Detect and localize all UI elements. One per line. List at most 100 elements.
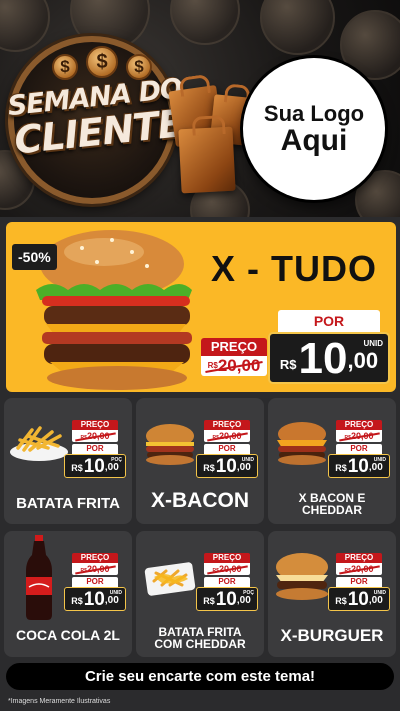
new-price-currency: R$ [71,596,83,606]
product-card[interactable]: PREÇO R$20,00 POR R$10,00UNID X BACON E … [268,398,396,524]
price-tag: PREÇO R$20,00 POR R$10,00UNID [64,553,126,611]
old-price: R$20,00 [204,430,250,442]
unit-label: UNID [363,339,383,348]
new-price-decimal: ,00 [236,462,251,473]
unit-label: UNID [241,457,254,463]
new-price-integer: 10 [298,334,348,383]
old-price: R$ 20,00 [201,356,267,376]
new-price-label: POR [204,577,250,587]
new-price: R$ 10,00 UNID [196,454,258,478]
new-price-integer: 10 [347,589,369,610]
new-price-integer: 10 [347,456,369,477]
new-price-integer: 10 [215,456,237,477]
new-price-decimal: ,00 [104,462,119,473]
product-name: X BACON E CHEDDAR [268,492,396,517]
featured-product-card[interactable]: -50% X - TUDO PREÇO R$ 20,00 POR R$ 10 ,… [6,222,396,392]
new-price-label: POR [336,577,382,587]
old-price-label: PREÇO [204,420,250,430]
soda-bottle-image [26,535,52,620]
logo-placeholder-line2: Aqui [280,123,348,157]
product-card[interactable]: PREÇO R$20,00 POR R$10,00UNID X-BACON [136,398,264,524]
old-price: R$20,00 [336,430,382,442]
product-card[interactable]: PREÇO R$20,00 POR R$10,00POÇ BATATA FRIT… [136,531,264,657]
old-price-label: PREÇO [336,553,382,563]
new-price-currency: R$ [279,357,297,372]
old-price: R$20,00 [72,563,118,575]
logo-placeholder-line1: Sua Logo [263,100,365,126]
new-price-integer: 10 [83,456,105,477]
price-tag: PREÇO R$20,00 POR R$10,00POÇ [64,420,126,478]
shopping-bag-icon [178,126,236,194]
discount-badge: -50% [12,244,57,270]
logo-placeholder[interactable]: Sua Logo Aqui [243,58,385,200]
price-tag: PREÇO R$20,00 POR R$10,00POÇ [196,553,258,611]
old-price-label: PREÇO [201,338,267,356]
dollar-coin-icon: $ [86,46,118,78]
new-price-currency: R$ [203,596,215,606]
new-price-currency: R$ [335,596,347,606]
old-price-label: PREÇO [72,420,118,430]
unit-label: POÇ [111,457,122,463]
new-price-integer: 10 [215,589,237,610]
french-fries-image [10,426,68,461]
product-card[interactable]: PREÇO R$20,00 POR R$10,00UNID X-BURGUER [268,531,396,657]
new-price-label: POR [204,444,250,454]
coin-decoration [260,0,335,55]
new-price-label: POR [72,444,118,454]
new-price-currency: R$ [71,463,83,473]
new-price-decimal: ,00 [236,595,251,606]
burger-image [277,422,327,465]
old-price: R$20,00 [336,563,382,575]
disclaimer: *Imagens Meramente Ilustrativas [8,698,111,705]
new-price-label: POR [336,444,382,454]
old-price-label: PREÇO [72,553,118,563]
new-price: R$ 10,00 POÇ [64,454,126,478]
product-name: BATATA FRITA COM CHEDDAR [136,626,264,651]
new-price: R$ 10,00 UNID [64,587,126,611]
cheddar-fries-image [144,562,196,596]
unit-label: UNID [109,590,122,596]
old-price-label: PREÇO [336,420,382,430]
burger-image [276,553,328,600]
new-price-decimal: ,00 [368,462,383,473]
old-price-currency: R$ [207,361,218,370]
new-price-integer: 10 [83,589,105,610]
dollar-coin-icon: $ [52,54,78,80]
new-price-decimal: ,00 [347,348,379,373]
unit-label: POÇ [243,590,254,596]
product-name-line2: CHEDDAR [302,503,362,518]
new-price-decimal: ,00 [104,595,119,606]
campaign-title: SEMANA DO CLIENTE [5,73,189,163]
product-name: X-BURGUER [280,626,384,646]
new-price: R$ 10,00 POÇ [196,587,258,611]
new-price-label: POR [72,577,118,587]
product-card[interactable]: PREÇO R$20,00 POR R$10,00POÇ BATATA FRIT… [4,398,132,524]
unit-label: UNID [373,457,386,463]
coin-decoration [170,0,240,45]
cta-button[interactable]: Crie seu encarte com este tema! [6,663,394,690]
new-price-currency: R$ [335,463,347,473]
price-tag: PREÇO R$20,00 POR R$10,00UNID [328,553,390,611]
new-price: R$ 10,00 UNID [328,454,390,478]
product-name: BATATA FRITA [16,495,120,513]
header-banner: $ $ $ SEMANA DO CLIENTE Sua Logo Aqui [0,0,400,217]
product-name: COCA COLA 2L [16,627,120,644]
burger-image [146,424,194,465]
price-tag: PREÇO R$20,00 POR R$10,00UNID [328,420,390,478]
coin-decoration [0,0,50,52]
new-price: R$ 10 ,00 UNID [268,332,390,384]
old-price: R$20,00 [204,563,250,575]
new-price: R$ 10,00 UNID [328,587,390,611]
unit-label: UNID [373,590,386,596]
featured-product-title: X - TUDO [211,248,377,289]
price-tag: PREÇO R$20,00 POR R$10,00UNID [196,420,258,478]
new-price-currency: R$ [203,463,215,473]
new-price-decimal: ,00 [368,595,383,606]
new-price-label: POR [278,310,380,332]
old-price: R$20,00 [72,430,118,442]
dollar-coins: $ $ $ [52,46,152,80]
product-name: X-BACON [151,488,249,512]
product-name-line2: COM CHEDDAR [154,637,246,652]
product-card[interactable]: PREÇO R$20,00 POR R$10,00UNID COCA COLA … [4,531,132,657]
old-price-label: PREÇO [204,553,250,563]
